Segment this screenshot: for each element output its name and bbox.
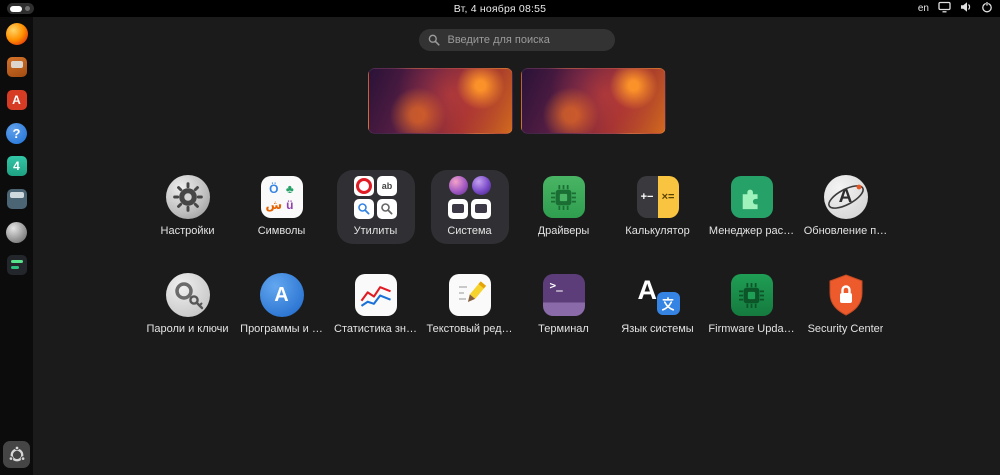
dock-item-2[interactable] bbox=[6, 56, 28, 78]
app-usage-stats[interactable]: Статистика зн… bbox=[329, 268, 423, 342]
app-drivers[interactable]: Драйверы bbox=[517, 170, 611, 244]
dock-item-firefox[interactable] bbox=[5, 23, 28, 45]
disk-usage-icon bbox=[354, 175, 374, 196]
app-terminal[interactable]: >_ Терминал bbox=[517, 268, 611, 342]
app-label: Терминал bbox=[538, 323, 589, 335]
dark-green-app-icon bbox=[6, 255, 27, 275]
screen-share-icon[interactable] bbox=[938, 1, 951, 16]
terminal-icon: >_ bbox=[542, 274, 585, 316]
settings-gear-icon bbox=[165, 175, 210, 219]
inactive-workspace-dot bbox=[25, 6, 30, 11]
app-label: Символы bbox=[257, 225, 306, 237]
folder-preview: ab bbox=[354, 175, 397, 219]
show-apps-button[interactable] bbox=[3, 441, 30, 468]
dock-item-7[interactable] bbox=[6, 221, 28, 243]
puzzle-icon bbox=[730, 176, 773, 218]
red-app-icon: A bbox=[6, 90, 27, 110]
app-language[interactable]: A Язык системы bbox=[611, 268, 705, 342]
firmware-chip-icon bbox=[730, 274, 773, 316]
app-grid: Настройки Ö ♣ ش ü Символы ab Утилиты Сис… bbox=[141, 170, 893, 342]
app-extensions-manager[interactable]: Менеджер рас… bbox=[705, 170, 799, 244]
blue-gray-app-icon bbox=[6, 189, 27, 209]
app-label: Текстовый ред… bbox=[426, 323, 513, 335]
app-settings[interactable]: Настройки bbox=[141, 170, 235, 244]
dock-item-3[interactable]: A bbox=[6, 89, 28, 111]
logs-magnifier-icon bbox=[354, 198, 374, 219]
characters-icon: Ö ♣ ش ü bbox=[260, 176, 303, 218]
app-calculator[interactable]: +− ×= Калькулятор bbox=[611, 170, 705, 244]
workspace-thumbnail-1[interactable] bbox=[367, 68, 513, 134]
workspace-thumbnail-2[interactable] bbox=[520, 68, 666, 134]
ubuntu-logo-icon bbox=[8, 445, 25, 461]
app-security-center[interactable]: Security Center bbox=[799, 268, 893, 342]
app-label: Firmware Upda… bbox=[708, 323, 795, 335]
calculator-icon: +− ×= bbox=[636, 176, 679, 218]
search-icon bbox=[428, 34, 440, 46]
language-icon: A bbox=[636, 273, 680, 317]
app-label: Пароли и ключи bbox=[146, 323, 229, 335]
orange-app-icon bbox=[6, 57, 27, 77]
orb-icon bbox=[471, 176, 491, 196]
ideograph-icon bbox=[656, 292, 680, 315]
security-shield-icon bbox=[824, 272, 868, 318]
monitor-icon bbox=[471, 198, 491, 219]
app-center[interactable]: A Программы и … bbox=[235, 268, 329, 342]
power-icon[interactable] bbox=[981, 1, 993, 16]
app-characters[interactable]: Ö ♣ ش ü Символы bbox=[235, 170, 329, 244]
dock-item-help[interactable]: ? bbox=[6, 122, 28, 144]
search-input[interactable] bbox=[445, 33, 606, 47]
app-label: Обновление п… bbox=[803, 225, 888, 237]
workspace-indicator[interactable] bbox=[7, 3, 34, 14]
dock-item-calendar[interactable]: 4 bbox=[6, 155, 28, 177]
dock-item-6[interactable] bbox=[6, 188, 28, 210]
volume-icon[interactable] bbox=[960, 1, 972, 16]
app-label: Язык системы bbox=[621, 323, 694, 335]
software-updater-icon: A bbox=[823, 175, 868, 219]
fonts-icon: ab bbox=[377, 175, 397, 196]
folder-label: Система bbox=[447, 225, 492, 237]
workspace-thumbnails bbox=[33, 68, 1000, 134]
folder-utilities[interactable]: ab Утилиты bbox=[336, 170, 415, 244]
usage-graph-icon bbox=[354, 274, 397, 316]
app-label: Статистика зн… bbox=[334, 323, 417, 335]
app-label: Security Center bbox=[807, 323, 884, 335]
search-bar[interactable] bbox=[418, 29, 615, 51]
app-label: Программы и … bbox=[240, 323, 323, 335]
keyring-icon bbox=[165, 273, 210, 317]
folder-label: Утилиты bbox=[353, 225, 398, 237]
folder-preview bbox=[448, 176, 491, 219]
app-center-icon: A bbox=[259, 273, 304, 317]
sphere-app-icon bbox=[6, 221, 27, 243]
monitor-icon bbox=[448, 198, 468, 219]
app-label: Менеджер рас… bbox=[708, 225, 795, 237]
app-firmware-updater[interactable]: Firmware Upda… bbox=[705, 268, 799, 342]
help-icon: ? bbox=[6, 122, 27, 144]
app-label: Драйверы bbox=[537, 225, 590, 237]
keyboard-layout-indicator[interactable]: en bbox=[918, 3, 929, 14]
firefox-icon bbox=[5, 23, 28, 45]
calendar-icon: 4 bbox=[6, 156, 27, 176]
folder-system[interactable]: Система bbox=[430, 170, 509, 244]
activities-overview: Настройки Ö ♣ ش ü Символы ab bbox=[33, 17, 1000, 475]
app-label: Калькулятор bbox=[625, 225, 690, 237]
search-magnifier-icon bbox=[377, 198, 397, 219]
chip-icon bbox=[542, 176, 585, 218]
dock-item-8[interactable] bbox=[6, 254, 28, 276]
app-text-editor[interactable]: Текстовый ред… bbox=[423, 268, 517, 342]
dock: A ? 4 bbox=[0, 17, 33, 475]
active-workspace-pill bbox=[10, 5, 22, 12]
status-area[interactable]: en bbox=[918, 1, 993, 16]
app-label: Настройки bbox=[160, 225, 215, 237]
pencil-icon bbox=[448, 274, 491, 316]
clock[interactable]: Вт, 4 ноября 08:55 bbox=[454, 3, 546, 15]
app-software-updater[interactable]: A Обновление п… bbox=[799, 170, 893, 244]
app-passwords-keys[interactable]: Пароли и ключи bbox=[141, 268, 235, 342]
orb-icon bbox=[448, 176, 468, 196]
top-bar: Вт, 4 ноября 08:55 en bbox=[0, 0, 1000, 17]
